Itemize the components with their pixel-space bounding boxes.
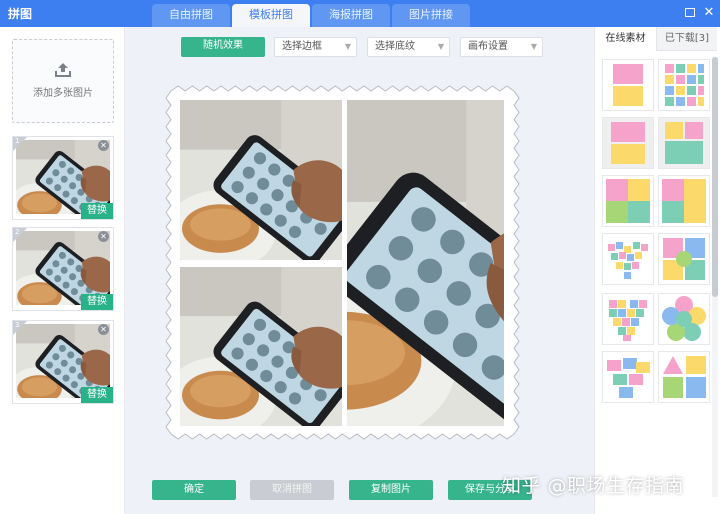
thumbnail-index-badge: 1 — [13, 137, 27, 151]
copy-image-button[interactable]: 复制图片 — [349, 480, 433, 500]
tab-image-stitch[interactable]: 图片拼接 — [392, 4, 470, 27]
canvas-settings-label: 画布设置 — [468, 41, 508, 52]
remove-thumbnail-icon[interactable]: ✕ — [98, 140, 109, 151]
template-thumbnail[interactable] — [602, 59, 654, 111]
chevron-down-icon: ▼ — [530, 42, 537, 51]
template-preview — [663, 238, 705, 280]
template-preview — [608, 242, 648, 279]
template-thumbnail[interactable] — [602, 293, 654, 345]
image-thumbnail[interactable]: 2 ✕ 替换 — [12, 227, 114, 311]
template-preview — [662, 296, 706, 341]
template-preview — [613, 64, 643, 106]
random-effect-button[interactable]: 随机效果 — [181, 37, 265, 57]
template-panel: 在线素材 已下载[3] — [594, 27, 720, 514]
template-thumbnail[interactable] — [658, 293, 710, 345]
template-preview — [607, 358, 650, 398]
tab-free-collage[interactable]: 自由拼图 — [152, 4, 230, 27]
collage-canvas[interactable] — [165, 85, 520, 440]
tab-online-materials[interactable]: 在线素材 — [595, 27, 656, 51]
thumbnail-index-badge: 2 — [13, 228, 27, 242]
restore-button[interactable] — [682, 5, 698, 21]
template-thumbnail[interactable] — [658, 233, 710, 285]
close-button[interactable]: ✕ — [701, 5, 717, 21]
collage-cell-bottom-left[interactable] — [180, 267, 342, 426]
template-preview — [665, 64, 704, 106]
template-thumbnail[interactable] — [658, 117, 710, 169]
add-images-button[interactable]: 添加多张图片 — [12, 39, 114, 123]
tab-poster-collage[interactable]: 海报拼图 — [312, 4, 390, 27]
border-select[interactable]: 选择边框 ▼ — [274, 37, 357, 57]
template-preview — [659, 118, 709, 168]
canvas-settings-select[interactable]: 画布设置 ▼ — [460, 37, 543, 57]
replace-button[interactable]: 替换 — [81, 294, 113, 310]
chevron-down-icon: ▼ — [437, 42, 444, 51]
texture-select-label: 选择底纹 — [375, 41, 415, 52]
cancel-collage-button[interactable]: 取消拼图 — [250, 480, 334, 500]
template-thumbnail[interactable] — [602, 233, 654, 285]
collage-cell-right[interactable] — [347, 100, 504, 426]
template-thumbnail[interactable] — [602, 117, 654, 169]
template-thumbnail[interactable] — [602, 175, 654, 227]
title-bar: 拼图 自由拼图 模板拼图 海报拼图 图片拼接 ✕ — [0, 0, 720, 27]
close-icon: ✕ — [703, 5, 715, 20]
remove-thumbnail-icon[interactable]: ✕ — [98, 231, 109, 242]
image-list-panel: 添加多张图片 1 ✕ 替换 2 ✕ 替换 3 ✕ 替换 — [0, 27, 125, 514]
watermark: 知乎 @职场生存指南 — [502, 475, 685, 497]
chevron-down-icon: ▼ — [344, 42, 351, 51]
restore-icon — [685, 8, 695, 17]
upload-icon — [55, 63, 71, 77]
add-images-label: 添加多张图片 — [33, 88, 93, 99]
image-thumbnail[interactable]: 3 ✕ 替换 — [12, 320, 114, 404]
template-thumbnail[interactable] — [602, 351, 654, 403]
replace-button[interactable]: 替换 — [81, 203, 113, 219]
template-preview — [609, 300, 647, 341]
tab-downloaded[interactable]: 已下载[3] — [656, 27, 717, 51]
remove-thumbnail-icon[interactable]: ✕ — [98, 324, 109, 335]
template-thumbnail[interactable] — [658, 175, 710, 227]
collage-cell-top-left[interactable] — [180, 100, 342, 260]
tab-template-collage[interactable]: 模板拼图 — [232, 4, 310, 27]
template-thumbnail[interactable] — [658, 351, 710, 403]
thumbnail-index-badge: 3 — [13, 321, 27, 335]
replace-button[interactable]: 替换 — [81, 387, 113, 403]
app-title: 拼图 — [8, 7, 33, 21]
image-thumbnail[interactable]: 1 ✕ 替换 — [12, 136, 114, 220]
template-preview — [606, 179, 650, 223]
border-select-label: 选择边框 — [282, 41, 322, 52]
template-preview — [603, 118, 653, 168]
confirm-button[interactable]: 确定 — [152, 480, 236, 500]
template-scrollbar-thumb[interactable] — [712, 57, 718, 297]
template-preview — [663, 356, 706, 398]
template-preview — [662, 179, 706, 223]
texture-select[interactable]: 选择底纹 ▼ — [367, 37, 450, 57]
template-thumbnail[interactable] — [658, 59, 710, 111]
